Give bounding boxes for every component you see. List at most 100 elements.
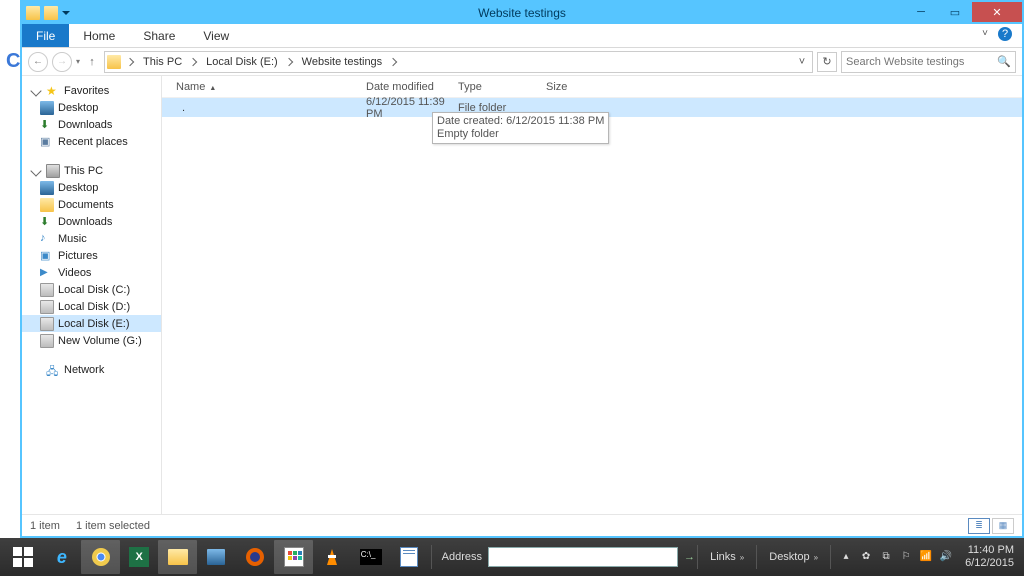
refresh-button[interactable]: ↻ <box>817 52 837 72</box>
excel-icon[interactable]: X <box>120 540 159 574</box>
icons-view-button[interactable]: ▦ <box>992 518 1014 534</box>
chevron-icon[interactable]: » <box>740 553 744 562</box>
taskbar-clock[interactable]: 11:40 PM 6/12/2015 <box>959 544 1020 570</box>
up-button[interactable]: ↑ <box>84 54 100 70</box>
tooltip-line: Empty folder <box>437 128 604 141</box>
action-center-icon[interactable]: ⚐ <box>899 550 913 564</box>
address-label: Address <box>442 551 482 563</box>
nav-item[interactable]: Videos <box>22 264 161 281</box>
star-icon: ★ <box>46 84 60 98</box>
search-input[interactable] <box>846 56 1011 68</box>
minimize-button[interactable]: ─ <box>904 2 938 22</box>
wordpad-icon[interactable] <box>390 540 429 574</box>
desktop: C Website testings ─ ▭ ✕ File Home Share… <box>0 0 1024 576</box>
chevron-right-icon[interactable] <box>389 57 397 65</box>
go-icon[interactable]: → <box>684 551 695 563</box>
downloads-icon <box>40 215 54 229</box>
address-bar[interactable]: This PC Local Disk (E:) Website testings… <box>104 51 813 73</box>
breadcrumb[interactable]: Website testings <box>300 56 385 68</box>
view-buttons: ≣ ▦ <box>968 518 1014 534</box>
maximize-button[interactable]: ▭ <box>938 2 972 22</box>
nav-head-thispc[interactable]: This PC <box>22 162 161 179</box>
close-button[interactable]: ✕ <box>972 2 1022 22</box>
nav-item-desktop[interactable]: Desktop <box>22 99 161 116</box>
tooltip: Date created: 6/12/2015 11:38 PM Empty f… <box>432 112 609 144</box>
details-view-button[interactable]: ≣ <box>968 518 990 534</box>
tray-app-icon[interactable]: ⧉ <box>879 550 893 564</box>
forward-button[interactable]: → <box>52 52 72 72</box>
help-icon[interactable]: ? <box>998 27 1012 41</box>
clock-time: 11:40 PM <box>965 544 1014 557</box>
collapse-icon[interactable] <box>30 165 41 176</box>
app-icon[interactable] <box>274 540 313 574</box>
nav-head-network[interactable]: 🖧Network <box>22 361 161 378</box>
back-button[interactable]: ← <box>28 52 48 72</box>
chevron-right-icon[interactable] <box>126 57 134 65</box>
recent-locations-icon[interactable]: ▾ <box>76 57 80 66</box>
col-date[interactable]: Date modified <box>366 81 458 93</box>
tab-share[interactable]: Share <box>129 24 189 47</box>
address-folder-icon <box>107 55 121 69</box>
nav-item[interactable]: Pictures <box>22 247 161 264</box>
tab-home[interactable]: Home <box>69 24 129 47</box>
task-icon[interactable] <box>197 540 236 574</box>
sort-asc-icon: ▲ <box>209 85 216 92</box>
col-type[interactable]: Type <box>458 81 546 93</box>
nav-item[interactable]: New Volume (G:) <box>22 332 161 349</box>
breadcrumb[interactable]: This PC <box>141 56 184 68</box>
nav-group-network: 🖧Network <box>22 361 161 378</box>
recent-icon <box>40 135 54 149</box>
expand-ribbon-icon[interactable]: ˅ <box>982 28 988 39</box>
chrome-icon[interactable] <box>81 540 120 574</box>
nav-item-recent[interactable]: Recent places <box>22 133 161 150</box>
desktop-icon <box>40 181 54 195</box>
links-toolbar[interactable]: Links» <box>706 551 748 563</box>
nav-head-favorites[interactable]: ★Favorites <box>22 82 161 99</box>
nav-item[interactable]: Downloads <box>22 213 161 230</box>
firefox-icon[interactable] <box>236 540 275 574</box>
explorer-window: Website testings ─ ▭ ✕ File Home Share V… <box>20 0 1024 538</box>
chrome-icon: C <box>6 50 20 73</box>
nav-item-downloads[interactable]: Downloads <box>22 116 161 133</box>
chevron-right-icon[interactable] <box>284 57 292 65</box>
tab-view[interactable]: View <box>189 24 243 47</box>
start-button[interactable] <box>4 540 43 574</box>
network-icon[interactable]: 📶 <box>919 550 933 564</box>
drive-icon <box>40 317 54 331</box>
drive-icon <box>40 300 54 314</box>
qat-properties-icon[interactable] <box>44 6 58 20</box>
qat-dropdown-icon[interactable] <box>62 11 70 19</box>
col-name[interactable]: Name▲ <box>176 81 366 93</box>
nav-item[interactable]: Local Disk (D:) <box>22 298 161 315</box>
explorer-icon[interactable] <box>158 540 197 574</box>
ie-icon[interactable]: e <box>43 540 82 574</box>
volume-icon[interactable]: 🔊 <box>939 550 953 564</box>
column-headers[interactable]: Name▲ Date modified Type Size <box>162 76 1022 98</box>
navigation-pane[interactable]: ★Favorites Desktop Downloads Recent plac… <box>22 76 162 514</box>
desktop-toolbar[interactable]: Desktop» <box>765 551 822 563</box>
breadcrumb[interactable]: Local Disk (E:) <box>204 56 280 68</box>
nav-item[interactable]: Documents <box>22 196 161 213</box>
status-count: 1 item <box>30 520 60 532</box>
taskbar[interactable]: e X C:\_ Address → Links» Desktop» ▴ ✿ ⧉… <box>0 538 1024 576</box>
title-bar[interactable]: Website testings ─ ▭ ✕ <box>22 2 1022 24</box>
vlc-icon[interactable] <box>313 540 352 574</box>
nav-item[interactable]: Music <box>22 230 161 247</box>
cmd-icon[interactable]: C:\_ <box>351 540 390 574</box>
search-box[interactable]: 🔍 <box>841 51 1016 73</box>
search-icon[interactable]: 🔍 <box>997 55 1011 68</box>
nav-item[interactable]: Desktop <box>22 179 161 196</box>
col-size[interactable]: Size <box>546 81 606 93</box>
chevron-icon[interactable]: » <box>814 553 818 562</box>
tray-app-icon[interactable]: ✿ <box>859 550 873 564</box>
file-tab[interactable]: File <box>22 24 69 47</box>
tray-overflow-icon[interactable]: ▴ <box>839 550 853 564</box>
chevron-right-icon[interactable] <box>189 57 197 65</box>
address-dropdown-icon[interactable]: ˅ <box>794 56 810 68</box>
taskbar-address-input[interactable] <box>488 547 678 567</box>
nav-item[interactable]: Local Disk (C:) <box>22 281 161 298</box>
pc-icon <box>46 164 60 178</box>
content-pane[interactable]: Name▲ Date modified Type Size . 6/12/201… <box>162 76 1022 514</box>
nav-item-selected[interactable]: Local Disk (E:) <box>22 315 161 332</box>
collapse-icon[interactable] <box>30 85 41 96</box>
